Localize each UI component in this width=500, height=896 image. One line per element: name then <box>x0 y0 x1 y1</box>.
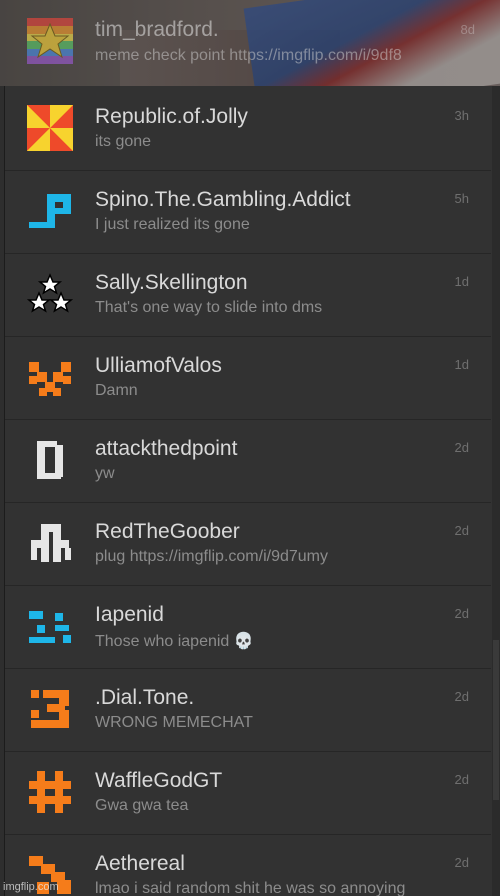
chat-time: 8d <box>460 22 475 37</box>
chat-row-republic-of-jolly[interactable]: Republic.of.Jolly its gone 3h <box>5 88 491 171</box>
chat-row-iapenid[interactable]: Iapenid Those who iapenid 💀 2d <box>5 586 491 669</box>
chat-username: Spino.The.Gambling.Addict <box>95 188 351 211</box>
chat-username: Republic.of.Jolly <box>95 105 248 128</box>
chat-time: 2d <box>454 772 469 787</box>
chat-list-screen: tim_bradford. meme check point https://i… <box>0 0 500 896</box>
chat-time: 1d <box>454 357 469 372</box>
blue-pixel-icon <box>27 188 73 234</box>
chat-username: UlliamofValos <box>95 354 222 377</box>
chat-username: .Dial.Tone. <box>95 686 195 709</box>
chat-time: 3h <box>454 108 469 123</box>
chat-last-message: plug https://imgflip.com/i/9d7umy <box>95 548 328 565</box>
chat-time: 2d <box>454 855 469 870</box>
imgflip-watermark: imgflip.com <box>3 881 59 893</box>
chat-row-sally-skellington[interactable]: Sally.Skellington That's one way to slid… <box>5 254 491 337</box>
rainbow-star-icon <box>27 18 73 64</box>
chat-time: 2d <box>454 606 469 621</box>
three-stars-icon <box>27 271 73 317</box>
chat-username: Sally.Skellington <box>95 271 248 294</box>
chat-row-redthegoober[interactable]: RedTheGoober plug https://imgflip.com/i/… <box>5 503 491 586</box>
chat-username: RedTheGoober <box>95 520 240 543</box>
chat-username: attackthedpoint <box>95 437 238 460</box>
orange-pixel-icon <box>27 354 73 400</box>
chat-last-message: lmao i said random shit he was so annoyi… <box>95 880 406 896</box>
chat-row-wafflegodgt[interactable]: WaffleGodGT Gwa gwa tea 2d <box>5 752 491 835</box>
chat-time: 1d <box>454 274 469 289</box>
chat-username: WaffleGodGT <box>95 769 223 792</box>
chat-row-attackthedpoint[interactable]: attackthedpoint yw 2d <box>5 420 491 503</box>
chat-last-message: That's one way to slide into dms <box>95 299 323 316</box>
chat-time: 2d <box>454 689 469 704</box>
chat-row-tim-bradford[interactable]: tim_bradford. meme check point https://i… <box>0 0 500 86</box>
cyan-pixel-icon <box>27 603 73 649</box>
chat-time: 2d <box>454 440 469 455</box>
chat-row-dial-tone[interactable]: .Dial.Tone. WRONG MEMECHAT 2d <box>5 669 491 752</box>
chat-last-message: WRONG MEMECHAT <box>95 714 253 731</box>
chat-last-message: I just realized its gone <box>95 216 250 233</box>
chat-last-message: its gone <box>95 133 152 150</box>
chat-username: Aethereal <box>95 852 185 875</box>
chat-username: Iapenid <box>95 603 164 626</box>
chat-row-spino[interactable]: Spino.The.Gambling.Addict I just realize… <box>5 171 491 254</box>
chat-last-message: yw <box>95 465 115 482</box>
chat-username: tim_bradford. <box>95 18 219 41</box>
scrollbar-thumb[interactable] <box>493 640 499 800</box>
chat-last-message: Damn <box>95 382 138 399</box>
chat-last-message: Those who iapenid 💀 <box>95 633 254 650</box>
chat-last-message: Gwa gwa tea <box>95 797 189 814</box>
white-pixel-icon <box>27 520 73 566</box>
chat-last-message: meme check point https://imgflip.com/i/9… <box>95 47 402 64</box>
hash-icon <box>27 769 73 815</box>
chat-row-ulliamofvalos[interactable]: UlliamofValos Damn 1d <box>5 337 491 420</box>
chat-time: 5h <box>454 191 469 206</box>
chat-time: 2d <box>454 523 469 538</box>
scrollbar-track[interactable] <box>492 0 500 896</box>
white-pixel-d-icon <box>27 437 73 483</box>
chat-row-aethereal[interactable]: Aethereal lmao i said random shit he was… <box>5 835 491 896</box>
pinwheel-icon <box>27 105 73 151</box>
orange-three-icon <box>27 686 73 732</box>
